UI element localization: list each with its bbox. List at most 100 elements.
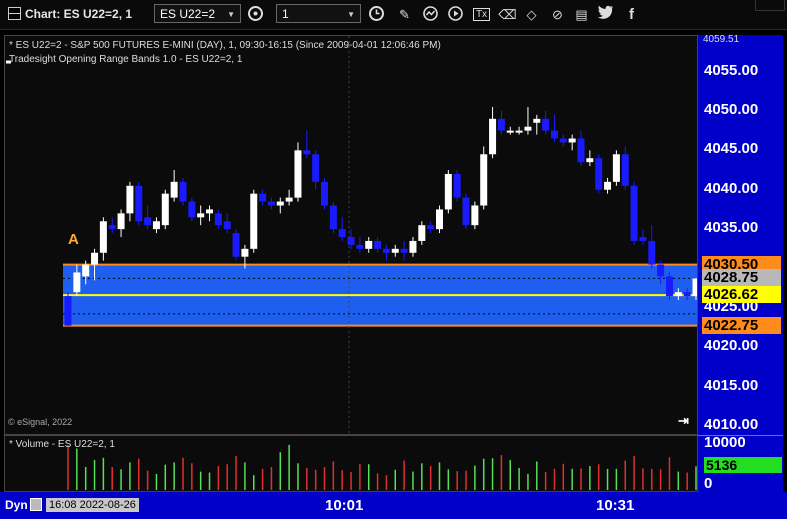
candle-body (347, 237, 355, 245)
facebook-icon[interactable]: f (622, 5, 641, 24)
candle-body (382, 248, 390, 253)
chart-toolbar: Chart: ES U22=2, 1 ES U22=2 ▼ 1 ▼ ✎ Tx ⌫… (0, 0, 787, 30)
candle-body (542, 118, 550, 131)
link-icon[interactable]: ⊘ (548, 5, 567, 24)
candle-body (630, 185, 638, 241)
candle-body (232, 233, 240, 257)
candle-body (321, 181, 329, 206)
price-tick: 4035.00 (704, 219, 759, 237)
price-chart[interactable] (5, 36, 697, 434)
price-tick: 4010.00 (704, 416, 759, 434)
candle-body (99, 221, 107, 253)
candle-body (524, 126, 532, 131)
copyright-label: © eSignal, 2022 (8, 417, 73, 427)
candle-body (586, 158, 594, 163)
candle-body (604, 181, 612, 190)
twitter-icon[interactable] (596, 5, 615, 24)
candle-body (595, 158, 603, 190)
candle-body (612, 154, 620, 182)
price-chart-panel[interactable]: * ES U22=2 - S&P 500 FUTURES E-MINI (DAY… (4, 35, 698, 435)
candle-body (276, 201, 284, 206)
price-tick: 4045.00 (704, 140, 759, 158)
window-title-text: Chart: ES U22=2, 1 (25, 7, 133, 21)
candle-body (550, 130, 558, 139)
candle-body (241, 248, 249, 257)
window-title: Chart: ES U22=2, 1 (8, 7, 132, 21)
lock-icon[interactable] (30, 498, 42, 511)
candle-body (559, 138, 567, 143)
volume-header: * Volume - ES U22=2, 1 (9, 439, 115, 450)
refresh-settings-icon[interactable] (246, 5, 265, 24)
price-tick: 4020.00 (704, 337, 759, 355)
candle-body (657, 264, 665, 277)
clock-icon[interactable] (367, 5, 386, 24)
candle-body (179, 181, 187, 202)
candle-body (683, 292, 691, 297)
interval-value: 1 (282, 7, 289, 21)
candle-body (674, 292, 682, 297)
candle-body (471, 205, 479, 226)
candle-body (480, 154, 488, 206)
candle-body (692, 278, 697, 297)
candle-body (489, 118, 497, 155)
chart-header-line1: * ES U22=2 - S&P 500 FUTURES E-MINI (DAY… (9, 40, 441, 51)
candle-body (409, 240, 417, 253)
candle-body (374, 240, 382, 249)
candle-body (135, 185, 143, 222)
candle-body (533, 118, 541, 123)
candle-body (144, 217, 152, 226)
opening-range-marker: A (68, 231, 79, 248)
price-tag: 4028.75 (702, 269, 781, 287)
candle-body (64, 296, 72, 326)
candle-body (577, 138, 585, 163)
candle-body (462, 197, 470, 226)
candle-body (73, 272, 81, 293)
panel-tab[interactable] (755, 0, 785, 11)
candle-body (303, 150, 311, 155)
candle-body (568, 138, 576, 143)
cursor-icon[interactable]: ◇ (522, 5, 541, 24)
candle-body (152, 221, 160, 230)
eraser-icon[interactable]: ⌫ (498, 5, 517, 24)
interval-input[interactable]: 1 ▼ (276, 4, 361, 23)
play-icon[interactable] (446, 5, 465, 24)
candle-body (453, 173, 461, 198)
candle-body (312, 154, 320, 182)
candle-body (648, 240, 656, 265)
candle-body (197, 213, 205, 218)
candle-body (338, 229, 346, 238)
symbol-input[interactable]: ES U22=2 ▼ (154, 4, 241, 23)
date-time-box: 16:08 2022-08-26 (46, 498, 139, 512)
candle-body (506, 130, 514, 133)
candle-body (285, 197, 293, 202)
volume-last-value: 5136 (706, 457, 738, 473)
candle-body (188, 201, 196, 218)
candle-body (117, 213, 125, 230)
candle-body (108, 225, 116, 230)
candle-body (267, 201, 275, 206)
candle-body (621, 154, 629, 186)
candle-body (250, 193, 258, 249)
study-icon[interactable] (421, 5, 440, 24)
candle-body (665, 276, 673, 297)
price-axis[interactable]: 4059.51 4055.00 4050.00 4045.00 4040.00 4035… (698, 35, 783, 492)
candle-body (259, 193, 267, 202)
time-label-1001: 10:01 (325, 497, 364, 514)
price-tag: 4022.75 (702, 316, 781, 334)
scroll-to-end-icon[interactable]: ⇥ (678, 413, 689, 429)
candle-body (223, 221, 231, 230)
chevron-down-icon[interactable]: ▼ (347, 5, 355, 24)
axis-top-value: 4059.51 (698, 35, 783, 45)
draw-pencil-icon[interactable]: ✎ (395, 5, 414, 24)
time-axis-bar[interactable]: Dyn 16:08 2022-08-26 10:01 10:31 (0, 492, 787, 519)
volume-tick-0: 0 (704, 475, 713, 492)
candle-body (639, 237, 647, 241)
note-icon[interactable]: ▤ (572, 5, 591, 24)
candle-body (391, 248, 399, 253)
symbol-value: ES U22=2 (160, 7, 216, 21)
text-tool-icon[interactable]: Tx (472, 5, 491, 24)
chevron-down-icon[interactable]: ▼ (227, 5, 235, 24)
price-tick: 4055.00 (704, 61, 759, 79)
dyn-label[interactable]: Dyn (5, 498, 28, 512)
volume-panel[interactable]: * Volume - ES U22=2, 1 (4, 435, 698, 492)
